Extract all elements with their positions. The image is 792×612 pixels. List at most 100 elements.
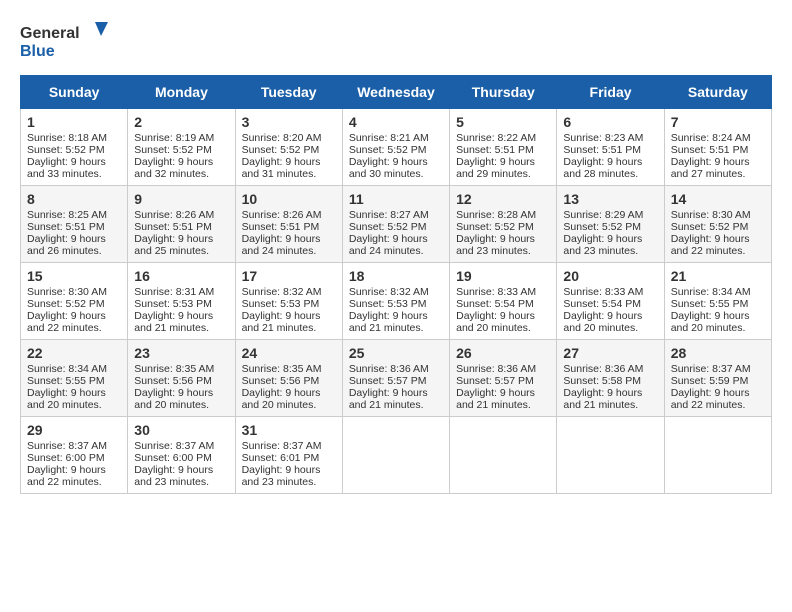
day-cell: 14 Sunrise: 8:30 AM Sunset: 5:52 PM Dayl…: [664, 186, 771, 263]
week-row-5: 29 Sunrise: 8:37 AM Sunset: 6:00 PM Dayl…: [21, 417, 772, 494]
header: General Blue: [20, 20, 772, 65]
day-number: 29: [27, 422, 121, 438]
daylight-label: Daylight: 9 hours and 29 minutes.: [456, 156, 535, 180]
day-number: 9: [134, 191, 228, 207]
day-number: 6: [563, 114, 657, 130]
daylight-label: Daylight: 9 hours and 30 minutes.: [349, 156, 428, 180]
sunset-label: Sunset: 5:53 PM: [349, 298, 427, 310]
day-number: 10: [242, 191, 336, 207]
sunset-label: Sunset: 5:54 PM: [456, 298, 534, 310]
day-number: 19: [456, 268, 550, 284]
daylight-label: Daylight: 9 hours and 21 minutes.: [242, 310, 321, 334]
header-cell-tuesday: Tuesday: [235, 76, 342, 109]
day-number: 13: [563, 191, 657, 207]
header-cell-friday: Friday: [557, 76, 664, 109]
day-cell: 11 Sunrise: 8:27 AM Sunset: 5:52 PM Dayl…: [342, 186, 449, 263]
day-cell: 2 Sunrise: 8:19 AM Sunset: 5:52 PM Dayli…: [128, 109, 235, 186]
calendar-table: SundayMondayTuesdayWednesdayThursdayFrid…: [20, 75, 772, 494]
sunrise-label: Sunrise: 8:32 AM: [349, 286, 429, 298]
sunrise-label: Sunrise: 8:30 AM: [671, 209, 751, 221]
day-cell: 4 Sunrise: 8:21 AM Sunset: 5:52 PM Dayli…: [342, 109, 449, 186]
daylight-label: Daylight: 9 hours and 31 minutes.: [242, 156, 321, 180]
day-cell: 24 Sunrise: 8:35 AM Sunset: 5:56 PM Dayl…: [235, 340, 342, 417]
daylight-label: Daylight: 9 hours and 24 minutes.: [242, 233, 321, 257]
day-number: 14: [671, 191, 765, 207]
sunset-label: Sunset: 5:52 PM: [27, 298, 105, 310]
daylight-label: Daylight: 9 hours and 23 minutes.: [563, 233, 642, 257]
sunrise-label: Sunrise: 8:35 AM: [242, 363, 322, 375]
day-number: 21: [671, 268, 765, 284]
day-cell: 10 Sunrise: 8:26 AM Sunset: 5:51 PM Dayl…: [235, 186, 342, 263]
day-cell: [664, 417, 771, 494]
sunset-label: Sunset: 5:52 PM: [456, 221, 534, 233]
sunset-label: Sunset: 6:00 PM: [27, 452, 105, 464]
sunset-label: Sunset: 5:53 PM: [242, 298, 320, 310]
sunrise-label: Sunrise: 8:32 AM: [242, 286, 322, 298]
day-cell: 17 Sunrise: 8:32 AM Sunset: 5:53 PM Dayl…: [235, 263, 342, 340]
sunrise-label: Sunrise: 8:23 AM: [563, 132, 643, 144]
day-cell: 22 Sunrise: 8:34 AM Sunset: 5:55 PM Dayl…: [21, 340, 128, 417]
sunset-label: Sunset: 5:55 PM: [671, 298, 749, 310]
sunset-label: Sunset: 5:53 PM: [134, 298, 212, 310]
header-cell-monday: Monday: [128, 76, 235, 109]
day-number: 24: [242, 345, 336, 361]
sunset-label: Sunset: 5:58 PM: [563, 375, 641, 387]
day-cell: [557, 417, 664, 494]
day-number: 28: [671, 345, 765, 361]
daylight-label: Daylight: 9 hours and 23 minutes.: [456, 233, 535, 257]
day-cell: 8 Sunrise: 8:25 AM Sunset: 5:51 PM Dayli…: [21, 186, 128, 263]
day-number: 20: [563, 268, 657, 284]
sunrise-label: Sunrise: 8:33 AM: [563, 286, 643, 298]
daylight-label: Daylight: 9 hours and 23 minutes.: [134, 464, 213, 488]
daylight-label: Daylight: 9 hours and 20 minutes.: [27, 387, 106, 411]
day-cell: 6 Sunrise: 8:23 AM Sunset: 5:51 PM Dayli…: [557, 109, 664, 186]
day-number: 31: [242, 422, 336, 438]
day-cell: [342, 417, 449, 494]
day-cell: 15 Sunrise: 8:30 AM Sunset: 5:52 PM Dayl…: [21, 263, 128, 340]
day-cell: 12 Sunrise: 8:28 AM Sunset: 5:52 PM Dayl…: [450, 186, 557, 263]
sunset-label: Sunset: 5:51 PM: [134, 221, 212, 233]
sunrise-label: Sunrise: 8:28 AM: [456, 209, 536, 221]
daylight-label: Daylight: 9 hours and 21 minutes.: [134, 310, 213, 334]
day-cell: 5 Sunrise: 8:22 AM Sunset: 5:51 PM Dayli…: [450, 109, 557, 186]
sunset-label: Sunset: 6:00 PM: [134, 452, 212, 464]
sunset-label: Sunset: 5:52 PM: [563, 221, 641, 233]
day-cell: 28 Sunrise: 8:37 AM Sunset: 5:59 PM Dayl…: [664, 340, 771, 417]
day-cell: 30 Sunrise: 8:37 AM Sunset: 6:00 PM Dayl…: [128, 417, 235, 494]
day-number: 30: [134, 422, 228, 438]
daylight-label: Daylight: 9 hours and 26 minutes.: [27, 233, 106, 257]
day-number: 7: [671, 114, 765, 130]
sunrise-label: Sunrise: 8:19 AM: [134, 132, 214, 144]
sunrise-label: Sunrise: 8:22 AM: [456, 132, 536, 144]
sunrise-label: Sunrise: 8:26 AM: [134, 209, 214, 221]
sunrise-label: Sunrise: 8:34 AM: [671, 286, 751, 298]
sunset-label: Sunset: 5:52 PM: [349, 221, 427, 233]
sunrise-label: Sunrise: 8:34 AM: [27, 363, 107, 375]
day-cell: 26 Sunrise: 8:36 AM Sunset: 5:57 PM Dayl…: [450, 340, 557, 417]
day-number: 3: [242, 114, 336, 130]
sunrise-label: Sunrise: 8:30 AM: [27, 286, 107, 298]
daylight-label: Daylight: 9 hours and 33 minutes.: [27, 156, 106, 180]
sunrise-label: Sunrise: 8:37 AM: [27, 440, 107, 452]
daylight-label: Daylight: 9 hours and 27 minutes.: [671, 156, 750, 180]
sunset-label: Sunset: 5:52 PM: [134, 144, 212, 156]
sunset-label: Sunset: 6:01 PM: [242, 452, 320, 464]
sunrise-label: Sunrise: 8:31 AM: [134, 286, 214, 298]
daylight-label: Daylight: 9 hours and 23 minutes.: [242, 464, 321, 488]
daylight-label: Daylight: 9 hours and 28 minutes.: [563, 156, 642, 180]
sunset-label: Sunset: 5:55 PM: [27, 375, 105, 387]
day-cell: 27 Sunrise: 8:36 AM Sunset: 5:58 PM Dayl…: [557, 340, 664, 417]
day-number: 4: [349, 114, 443, 130]
sunset-label: Sunset: 5:51 PM: [671, 144, 749, 156]
day-number: 11: [349, 191, 443, 207]
day-number: 25: [349, 345, 443, 361]
daylight-label: Daylight: 9 hours and 22 minutes.: [671, 233, 750, 257]
day-cell: 20 Sunrise: 8:33 AM Sunset: 5:54 PM Dayl…: [557, 263, 664, 340]
sunset-label: Sunset: 5:54 PM: [563, 298, 641, 310]
sunset-label: Sunset: 5:57 PM: [456, 375, 534, 387]
week-row-4: 22 Sunrise: 8:34 AM Sunset: 5:55 PM Dayl…: [21, 340, 772, 417]
sunrise-label: Sunrise: 8:29 AM: [563, 209, 643, 221]
daylight-label: Daylight: 9 hours and 21 minutes.: [349, 310, 428, 334]
day-number: 8: [27, 191, 121, 207]
day-cell: 3 Sunrise: 8:20 AM Sunset: 5:52 PM Dayli…: [235, 109, 342, 186]
